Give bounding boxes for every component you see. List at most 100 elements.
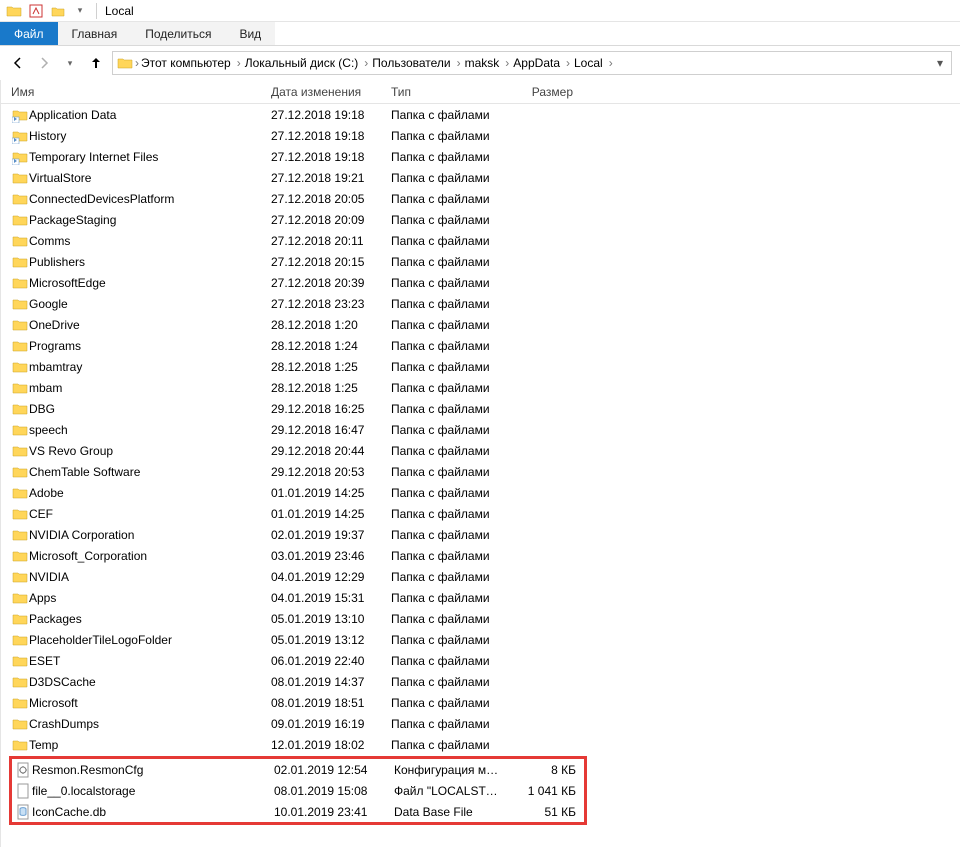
cell-date: 05.01.2019 13:10	[271, 612, 391, 626]
table-row[interactable]: PlaceholderTileLogoFolder05.01.2019 13:1…	[1, 629, 960, 650]
cell-type: Папка с файлами	[391, 528, 511, 542]
table-row[interactable]: Packages05.01.2019 13:10Папка с файлами	[1, 608, 960, 629]
cell-name: History	[29, 129, 271, 143]
table-row[interactable]: speech29.12.2018 16:47Папка с файлами	[1, 419, 960, 440]
table-row[interactable]: MicrosoftEdge27.12.2018 20:39Папка с фай…	[1, 272, 960, 293]
cell-date: 27.12.2018 19:18	[271, 108, 391, 122]
column-size[interactable]: Размер	[511, 85, 581, 99]
table-row[interactable]: IconCache.db10.01.2019 23:41Data Base Fi…	[12, 801, 584, 822]
table-row[interactable]: VS Revo Group29.12.2018 20:44Папка с фай…	[1, 440, 960, 461]
chevron-right-icon[interactable]: ›	[233, 56, 245, 70]
address-dropdown-icon[interactable]: ▾	[933, 56, 947, 70]
table-row[interactable]: CEF01.01.2019 14:25Папка с файлами	[1, 503, 960, 524]
forward-button[interactable]	[34, 53, 54, 73]
folder-icon	[11, 170, 29, 186]
qat-dropdown-icon[interactable]: ▾	[72, 3, 88, 19]
chevron-right-icon[interactable]: ›	[501, 56, 513, 70]
back-button[interactable]	[8, 53, 28, 73]
cell-type: Папка с файлами	[391, 255, 511, 269]
table-row[interactable]: NVIDIA04.01.2019 12:29Папка с файлами	[1, 566, 960, 587]
table-row[interactable]: ESET06.01.2019 22:40Папка с файлами	[1, 650, 960, 671]
chevron-right-icon[interactable]: ›	[360, 56, 372, 70]
cell-date: 02.01.2019 19:37	[271, 528, 391, 542]
table-row[interactable]: ChemTable Software29.12.2018 20:53Папка …	[1, 461, 960, 482]
cell-type: Папка с файлами	[391, 549, 511, 563]
cell-name: speech	[29, 423, 271, 437]
breadcrumb-label: Этот компьютер	[141, 56, 231, 70]
address-bar[interactable]: › Этот компьютер›Локальный диск (C:)›Пол…	[112, 51, 952, 75]
tab-view[interactable]: Вид	[225, 22, 275, 45]
cell-name: Comms	[29, 234, 271, 248]
config-icon	[14, 762, 32, 778]
chevron-right-icon[interactable]: ›	[135, 56, 139, 70]
column-name[interactable]: Имя	[11, 85, 271, 99]
column-headers: Имя Дата изменения Тип Размер	[1, 80, 960, 104]
breadcrumb-segment[interactable]: Local›	[574, 56, 617, 70]
tab-share[interactable]: Поделиться	[131, 22, 225, 45]
cell-type: Папка с файлами	[391, 276, 511, 290]
properties-icon[interactable]	[28, 3, 44, 19]
chevron-right-icon[interactable]: ›	[605, 56, 617, 70]
breadcrumb-segment[interactable]: Пользователи›	[372, 56, 464, 70]
cell-name: ESET	[29, 654, 271, 668]
cell-name: PlaceholderTileLogoFolder	[29, 633, 271, 647]
cell-name: Microsoft	[29, 696, 271, 710]
table-row[interactable]: OneDrive28.12.2018 1:20Папка с файлами	[1, 314, 960, 335]
table-row[interactable]: DBG29.12.2018 16:25Папка с файлами	[1, 398, 960, 419]
table-row[interactable]: Programs28.12.2018 1:24Папка с файлами	[1, 335, 960, 356]
cell-type: Папка с файлами	[391, 402, 511, 416]
table-row[interactable]: file__0.localstorage08.01.2019 15:08Файл…	[12, 780, 584, 801]
cell-name: DBG	[29, 402, 271, 416]
cell-type: Папка с файлами	[391, 633, 511, 647]
table-row[interactable]: History27.12.2018 19:18Папка с файлами	[1, 125, 960, 146]
recent-dropdown-icon[interactable]: ▾	[60, 53, 80, 73]
table-row[interactable]: VirtualStore27.12.2018 19:21Папка с файл…	[1, 167, 960, 188]
cell-date: 27.12.2018 23:23	[271, 297, 391, 311]
table-row[interactable]: CrashDumps09.01.2019 16:19Папка с файлам…	[1, 713, 960, 734]
folder-icon	[11, 380, 29, 396]
tab-home[interactable]: Главная	[58, 22, 132, 45]
chevron-right-icon[interactable]: ›	[453, 56, 465, 70]
tab-file[interactable]: Файл	[0, 22, 58, 45]
table-row[interactable]: mbamtray28.12.2018 1:25Папка с файлами	[1, 356, 960, 377]
folder-icon	[11, 737, 29, 753]
column-type[interactable]: Тип	[391, 85, 511, 99]
up-button[interactable]	[86, 53, 106, 73]
table-row[interactable]: D3DSCache08.01.2019 14:37Папка с файлами	[1, 671, 960, 692]
cell-type: Папка с файлами	[391, 297, 511, 311]
cell-date: 01.01.2019 14:25	[271, 507, 391, 521]
table-row[interactable]: Resmon.ResmonCfg02.01.2019 12:54Конфигур…	[12, 759, 584, 780]
table-row[interactable]: Publishers27.12.2018 20:15Папка с файлам…	[1, 251, 960, 272]
table-row[interactable]: mbam28.12.2018 1:25Папка с файлами	[1, 377, 960, 398]
cell-date: 27.12.2018 20:11	[271, 234, 391, 248]
table-row[interactable]: Microsoft08.01.2019 18:51Папка с файлами	[1, 692, 960, 713]
cell-type: Data Base File	[394, 805, 514, 819]
table-row[interactable]: Application Data27.12.2018 19:18Папка с …	[1, 104, 960, 125]
table-row[interactable]: Adobe01.01.2019 14:25Папка с файлами	[1, 482, 960, 503]
folder-icon	[11, 422, 29, 438]
table-row[interactable]: NVIDIA Corporation02.01.2019 19:37Папка …	[1, 524, 960, 545]
table-row[interactable]: ConnectedDevicesPlatform27.12.2018 20:05…	[1, 188, 960, 209]
highlight-box: Resmon.ResmonCfg02.01.2019 12:54Конфигур…	[9, 756, 587, 825]
separator	[96, 3, 97, 19]
breadcrumb-segment[interactable]: AppData›	[513, 56, 574, 70]
chevron-right-icon[interactable]: ›	[562, 56, 574, 70]
folder-small-icon[interactable]	[50, 3, 66, 19]
table-row[interactable]: Temp12.01.2019 18:02Папка с файлами	[1, 734, 960, 755]
table-row[interactable]: Comms27.12.2018 20:11Папка с файлами	[1, 230, 960, 251]
breadcrumb-segment[interactable]: maksk›	[465, 56, 514, 70]
table-row[interactable]: Microsoft_Corporation03.01.2019 23:46Пап…	[1, 545, 960, 566]
folder-icon	[11, 233, 29, 249]
breadcrumb-segment[interactable]: Этот компьютер›	[141, 56, 245, 70]
table-row[interactable]: Google27.12.2018 23:23Папка с файлами	[1, 293, 960, 314]
breadcrumb-segment[interactable]: Локальный диск (C:)›	[245, 56, 373, 70]
table-row[interactable]: PackageStaging27.12.2018 20:09Папка с фа…	[1, 209, 960, 230]
table-row[interactable]: Temporary Internet Files27.12.2018 19:18…	[1, 146, 960, 167]
cell-type: Конфигурация м…	[394, 763, 514, 777]
cell-type: Папка с файлами	[391, 108, 511, 122]
cell-date: 08.01.2019 14:37	[271, 675, 391, 689]
cell-name: Temp	[29, 738, 271, 752]
column-date[interactable]: Дата изменения	[271, 85, 391, 99]
table-row[interactable]: Apps04.01.2019 15:31Папка с файлами	[1, 587, 960, 608]
folder-icon	[11, 212, 29, 228]
